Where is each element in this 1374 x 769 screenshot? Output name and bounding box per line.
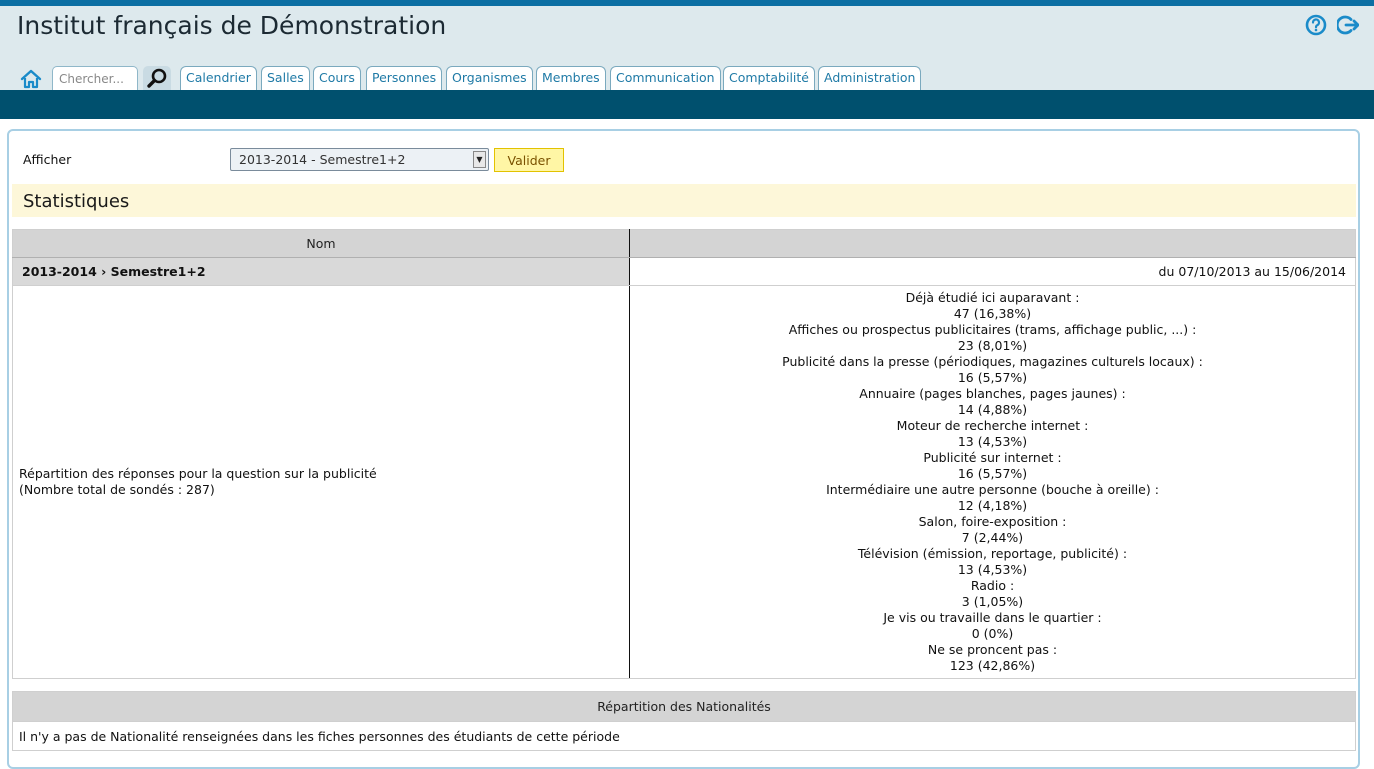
answer-label: Ne se proncent pas : xyxy=(927,642,1058,657)
answer-value: 7 (2,44%) xyxy=(961,530,1024,545)
answer-label: Je vis ou travaille dans le quartier : xyxy=(883,610,1102,625)
answer-label: Salon, foire-exposition : xyxy=(918,514,1067,529)
answer-label: Radio : xyxy=(970,578,1015,593)
tab-organismes[interactable]: Organismes xyxy=(446,66,533,90)
period-dates: du 07/10/2013 au 15/06/2014 xyxy=(629,257,1356,286)
answer-value: 16 (5,57%) xyxy=(957,370,1028,385)
table-row: Répartition des réponses pour la questio… xyxy=(12,285,1356,679)
answer-label: Publicité sur internet : xyxy=(923,450,1062,465)
period-select[interactable]: 2013-2014 - Semestre1+2 ▼ xyxy=(230,148,489,171)
tab-comptabilite[interactable]: Comptabilité xyxy=(723,66,815,90)
table-header-row: Nom xyxy=(12,229,1356,258)
validate-button[interactable]: Valider xyxy=(494,148,564,172)
answer-value: 14 (4,88%) xyxy=(957,402,1028,417)
app-title: Institut français de Démonstration xyxy=(17,11,447,40)
answer-value: 12 (4,18%) xyxy=(957,498,1028,513)
column-header-name: Nom xyxy=(12,229,630,258)
tab-personnes[interactable]: Personnes xyxy=(366,66,443,90)
answer-value: 13 (4,53%) xyxy=(957,562,1028,577)
column-header-value xyxy=(629,229,1356,258)
answer-label: Déjà étudié ici auparavant : xyxy=(905,290,1080,305)
answer-label: Intermédiaire une autre personne (bouche… xyxy=(826,482,1159,497)
question-total: (Nombre total de sondés : 287) xyxy=(19,482,215,497)
answer-value: 23 (8,01%) xyxy=(957,338,1028,353)
chevron-down-icon[interactable]: ▼ xyxy=(473,151,486,168)
nationalities-heading: Répartition des Nationalités xyxy=(12,691,1356,722)
answer-value: 123 (42,86%) xyxy=(949,658,1036,673)
stats-table: Nom 2013-2014 › Semestre1+2 du 07/10/201… xyxy=(12,229,1356,679)
nationalities-message: Il n'y a pas de Nationalité renseignées … xyxy=(12,721,1356,751)
tab-communication[interactable]: Communication xyxy=(610,66,721,90)
nav-bar xyxy=(0,90,1374,119)
answer-label: Publicité dans la presse (périodiques, m… xyxy=(782,354,1203,369)
answer-label: Télévision (émission, reportage, publici… xyxy=(857,546,1128,561)
question-cell: Répartition des réponses pour la questio… xyxy=(12,285,630,679)
answer-label: Affiches ou prospectus publicitaires (tr… xyxy=(788,322,1197,337)
search-input[interactable] xyxy=(52,66,138,90)
period-name: 2013-2014 › Semestre1+2 xyxy=(12,257,630,286)
search-button[interactable] xyxy=(143,66,171,92)
answer-value: 13 (4,53%) xyxy=(957,434,1028,449)
tab-cours[interactable]: Cours xyxy=(313,66,361,90)
logout-icon[interactable] xyxy=(1337,14,1359,36)
tab-calendrier[interactable]: Calendrier xyxy=(180,66,257,90)
answer-value: 16 (5,57%) xyxy=(957,466,1028,481)
answer-value: 0 (0%) xyxy=(971,626,1014,641)
home-icon[interactable] xyxy=(20,68,42,90)
nationalities-table: Répartition des Nationalités Il n'y a pa… xyxy=(12,691,1356,751)
period-row: 2013-2014 › Semestre1+2 du 07/10/2013 au… xyxy=(12,257,1356,286)
filter-label: Afficher xyxy=(23,152,72,167)
section-title: Statistiques xyxy=(23,191,130,212)
tab-administration[interactable]: Administration xyxy=(818,66,922,90)
question-label: Répartition des réponses pour la questio… xyxy=(19,466,377,481)
tab-salles[interactable]: Salles xyxy=(261,66,310,90)
magnifier-icon xyxy=(147,68,167,88)
answer-value: 3 (1,05%) xyxy=(961,594,1024,609)
help-icon[interactable] xyxy=(1305,14,1327,36)
answer-label: Moteur de recherche internet : xyxy=(896,418,1089,433)
tab-membres[interactable]: Membres xyxy=(536,66,606,90)
answer-value: 47 (16,38%) xyxy=(953,306,1032,321)
answer-label: Annuaire (pages blanches, pages jaunes) … xyxy=(859,386,1126,401)
section-header: Statistiques xyxy=(12,184,1356,217)
answers-cell: Déjà étudié ici auparavant : 47 (16,38%)… xyxy=(629,285,1356,679)
app-header: Institut français de Démonstration Calen… xyxy=(0,6,1374,92)
period-select-value: 2013-2014 - Semestre1+2 xyxy=(239,152,406,167)
